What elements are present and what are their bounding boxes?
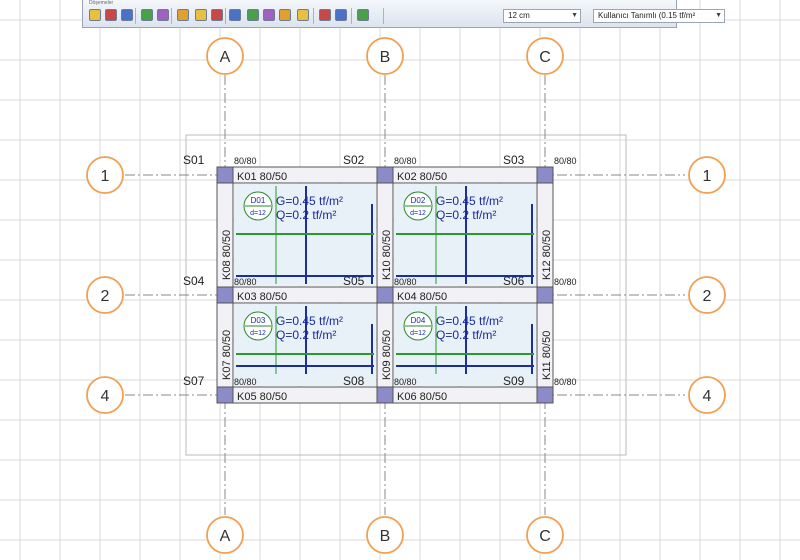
column-s05[interactable] xyxy=(376,286,394,304)
column-size-label: 80/80 xyxy=(234,277,257,287)
toolbar-separator xyxy=(383,8,384,24)
grid-icon[interactable] xyxy=(211,9,223,21)
axis-bubble-a-bottom-label: A xyxy=(220,528,231,545)
column-label: S07 xyxy=(183,374,205,388)
beam-label: K01 80/50 xyxy=(237,171,287,183)
beam-label: K03 80/50 xyxy=(237,291,287,303)
toolbar-separator xyxy=(313,8,314,24)
column-size-label: 80/80 xyxy=(394,277,417,287)
beam-label: K02 80/50 xyxy=(397,171,447,183)
slab-id-label: D01 xyxy=(251,196,266,205)
chevron-down-icon: ▼ xyxy=(571,12,578,19)
edit-icon[interactable] xyxy=(297,9,309,21)
column-size-label: 80/80 xyxy=(394,156,417,166)
toolbar-title: Döşemeler xyxy=(89,0,114,6)
axis-bubble-2-left-label: 2 xyxy=(101,288,110,305)
axis-bubble-a-top-label: A xyxy=(220,49,231,66)
slab-live-load-label: Q=0.2 tf/m² xyxy=(436,328,496,342)
column-size-label: 80/80 xyxy=(234,156,257,166)
slab-dead-load-label: G=0.45 tf/m² xyxy=(276,314,343,328)
slab-icon[interactable] xyxy=(89,9,101,21)
slab-thickness-label: d=12 xyxy=(410,330,426,337)
column-label: S04 xyxy=(183,274,205,288)
beam-label: K06 80/50 xyxy=(397,391,447,403)
load-type-value: Kullanıcı Tanımlı (0.15 tf/m² xyxy=(598,11,696,20)
load-type-select[interactable]: Kullanıcı Tanımlı (0.15 tf/m² ▼ xyxy=(593,9,725,23)
column-s09[interactable] xyxy=(536,386,554,404)
axis-bubble-c-top-label: C xyxy=(539,49,551,66)
column-label: S08 xyxy=(343,374,365,388)
slab-thickness-label: d=12 xyxy=(250,210,266,217)
column-label: S05 xyxy=(343,274,365,288)
column-label: S01 xyxy=(183,153,205,167)
beam-icon[interactable] xyxy=(141,9,153,21)
thickness-value: 12 cm xyxy=(508,11,530,20)
beam-label: K05 80/50 xyxy=(237,391,287,403)
ribbed-slab-icon[interactable] xyxy=(195,9,207,21)
slab-id-label: D03 xyxy=(251,316,266,325)
axis-bubble-b-bottom-label: B xyxy=(380,528,391,545)
axis-bubble-2-right-label: 2 xyxy=(703,288,712,305)
slab-live-load-label: Q=0.2 tf/m² xyxy=(276,328,336,342)
column-size-label: 80/80 xyxy=(394,377,417,387)
slab-wizard-icon[interactable] xyxy=(105,9,117,21)
foundation-icon[interactable] xyxy=(319,9,331,21)
column-icon[interactable] xyxy=(229,9,241,21)
column-size-label: 80/80 xyxy=(554,156,577,166)
column-label: S06 xyxy=(503,274,525,288)
axis-bubble-b-top-label: B xyxy=(380,49,391,66)
wall-icon[interactable] xyxy=(247,9,259,21)
beam-label: K04 80/50 xyxy=(397,291,447,303)
beam-edit-icon[interactable] xyxy=(157,9,169,21)
stair-icon[interactable] xyxy=(357,9,369,21)
column-s07[interactable] xyxy=(216,386,234,404)
slab-id-label: D04 xyxy=(411,316,426,325)
toolbar-separator xyxy=(135,8,136,24)
toolbar-separator xyxy=(225,8,226,24)
beam-label-vertical: K10 80/50 xyxy=(381,230,393,280)
footing-icon[interactable] xyxy=(335,9,347,21)
slab-dead-load-label: G=0.45 tf/m² xyxy=(276,194,343,208)
slab-copy-icon[interactable] xyxy=(121,9,133,21)
column-size-label: 80/80 xyxy=(554,377,577,387)
column-s03[interactable] xyxy=(536,166,554,184)
plan-canvas[interactable]: A A B B C C 1 1 2 2 4 4 S01 S02 S03 S04 S05 S06 S07 S08 S09 8… xyxy=(0,0,800,560)
thickness-select[interactable]: 12 cm ▼ xyxy=(503,9,581,23)
column-label: S02 xyxy=(343,153,365,167)
table-icon[interactable] xyxy=(177,9,189,21)
axis-bubble-c-bottom-label: C xyxy=(539,528,551,545)
column-s01[interactable] xyxy=(216,166,234,184)
axis-bubble-4-left-label: 4 xyxy=(101,388,110,405)
toolbar-separator xyxy=(171,8,172,24)
column-s04[interactable] xyxy=(216,286,234,304)
column-size-label: 80/80 xyxy=(234,377,257,387)
beam-label-vertical: K11 80/50 xyxy=(541,331,553,380)
column-label: S09 xyxy=(503,374,525,388)
beam-label-vertical: K09 80/50 xyxy=(381,330,393,380)
mesh-icon[interactable] xyxy=(279,9,291,21)
slab-id-label: D02 xyxy=(411,196,426,205)
slab-toolbar: Döşemeler 12 cm ▼ Kullanıcı Tanımlı (0.1… xyxy=(82,0,725,28)
slab-dead-load-label: G=0.45 tf/m² xyxy=(436,314,503,328)
beam-label-vertical: K12 80/50 xyxy=(541,230,553,280)
slab-dead-load-label: G=0.45 tf/m² xyxy=(436,194,503,208)
slab-thickness-label: d=12 xyxy=(410,210,426,217)
beam-label-vertical: K08 80/50 xyxy=(221,230,233,280)
column-s08[interactable] xyxy=(376,386,394,404)
chevron-down-icon: ▼ xyxy=(715,12,722,19)
column-s06[interactable] xyxy=(536,286,554,304)
column-size-label: 80/80 xyxy=(554,277,577,287)
beam-label-vertical: K07 80/50 xyxy=(221,330,233,380)
axis-bubble-4-right-label: 4 xyxy=(703,388,712,405)
area-icon[interactable] xyxy=(263,9,275,21)
toolbar-separator xyxy=(351,8,352,24)
slab-live-load-label: Q=0.2 tf/m² xyxy=(276,208,336,222)
column-s02[interactable] xyxy=(376,166,394,184)
slab-thickness-label: d=12 xyxy=(250,330,266,337)
slab-live-load-label: Q=0.2 tf/m² xyxy=(436,208,496,222)
axis-bubble-1-right-label: 1 xyxy=(703,168,712,185)
column-label: S03 xyxy=(503,153,525,167)
axis-bubble-1-left-label: 1 xyxy=(101,168,110,185)
